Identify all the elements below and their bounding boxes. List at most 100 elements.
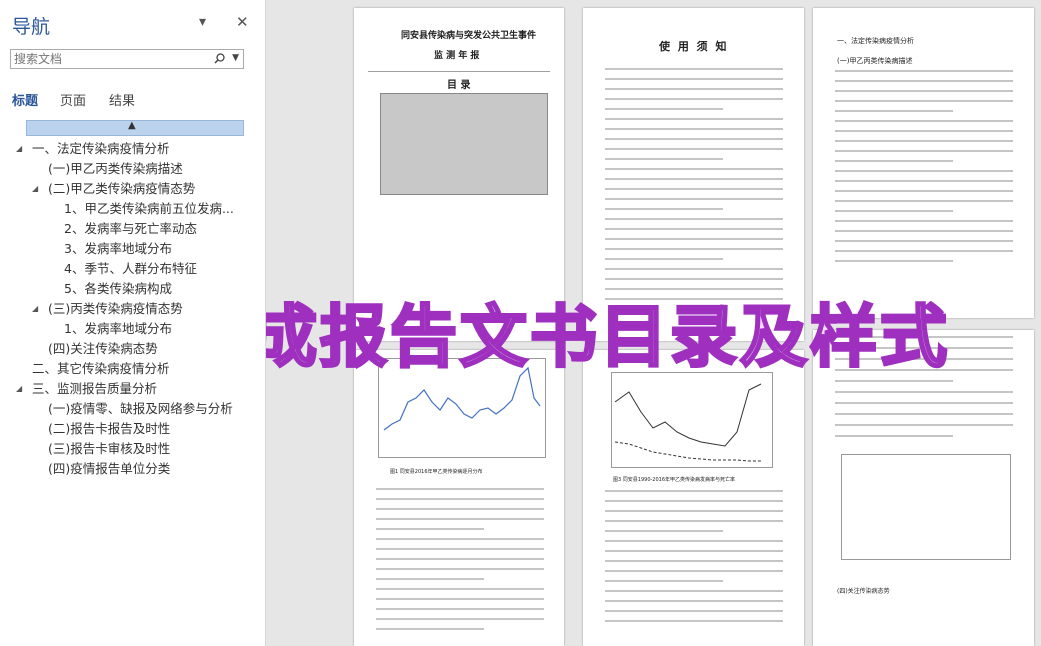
nav-heading-item[interactable]: 1、发病率地域分布 <box>64 319 172 339</box>
text-line <box>605 198 783 200</box>
nav-heading-item[interactable]: 4、季节、人群分布特征 <box>64 259 197 279</box>
text-line <box>835 391 1013 393</box>
nav-heading-item[interactable]: (一)疫情零、缺报及网络参与分析 <box>48 399 233 419</box>
text-line <box>835 190 1013 192</box>
text-line <box>605 98 783 100</box>
nav-heading-label: 3、发病率地域分布 <box>64 241 172 256</box>
tab-headings[interactable]: 标题 <box>12 90 38 109</box>
nav-heading-item[interactable]: ◢ 一、法定传染病疫情分析 <box>16 139 170 159</box>
nav-close-icon[interactable]: ✕ <box>236 13 249 31</box>
text-line <box>376 548 544 550</box>
nav-heading-item[interactable]: ◢ 三、监测报告质量分析 <box>16 379 157 399</box>
nav-heading-item[interactable]: (二)报告卡报告及时性 <box>48 419 170 439</box>
nav-heading-item[interactable]: (三)报告卡审核及时性 <box>48 439 170 459</box>
text-line <box>835 260 953 262</box>
text-line <box>835 120 1013 122</box>
nav-heading-label: (二)报告卡报告及时性 <box>48 421 171 436</box>
collapse-triangle-icon[interactable]: ◢ <box>32 299 38 319</box>
nav-heading-label: (三)报告卡审核及时性 <box>48 441 171 456</box>
scroll-up-icon: ▲ <box>128 120 136 131</box>
nav-heading-item[interactable]: (一)甲乙丙类传染病描述 <box>48 159 183 179</box>
nav-heading-label: 二、其它传染病疫情分析 <box>32 361 170 376</box>
text-line <box>376 558 544 560</box>
text-line <box>835 160 953 162</box>
nav-title: 导航 <box>12 16 51 38</box>
trend-line-chart <box>611 372 773 468</box>
notice-title: 使 用 须 知 <box>659 40 729 53</box>
text-line <box>376 578 484 580</box>
nav-heading-label: 1、甲乙类传染病前五位发病... <box>64 201 234 216</box>
nav-heading-item[interactable]: 5、各类传染病构成 <box>64 279 172 299</box>
text-line <box>605 570 783 572</box>
cover-subtitle: 监 测 年 报 <box>434 51 480 61</box>
text-line <box>376 598 544 600</box>
nav-heading-label: (一)疫情零、缺报及网络参与分析 <box>48 401 233 416</box>
text-line <box>605 490 783 492</box>
nav-heading-item[interactable]: ◢ (三)丙类传染病疫情态势 <box>32 299 183 319</box>
text-line <box>835 210 953 212</box>
cover-title: 同安县传染病与突发公共卫生事件 <box>401 31 537 41</box>
text-line <box>835 220 1013 222</box>
text-line <box>835 150 1013 152</box>
text-line <box>605 248 783 250</box>
nav-heading-item[interactable]: ◢ (二)甲乙类传染病疫情态势 <box>32 179 195 199</box>
nav-heading-label: (四)关注传染病态势 <box>48 341 158 356</box>
text-line <box>835 402 1013 404</box>
chart-2-caption: 图3 同安县1990-2016年甲乙类传染病发病率与死亡率 <box>613 477 736 483</box>
text-line <box>605 228 783 230</box>
text-line <box>376 628 484 630</box>
document-workspace[interactable]: 同安县传染病与突发公共卫生事件 监 测 年 报 目 录 使 用 须 知 一、法定… <box>266 0 1041 646</box>
nav-heading-item[interactable]: 2、发病率与死亡率动态 <box>64 219 197 239</box>
nav-heading-item[interactable]: (四)关注传染病态势 <box>48 339 158 359</box>
toc-block <box>380 93 548 195</box>
text-line <box>605 178 783 180</box>
p3-subheading: (一)甲乙丙类传染病描述 <box>837 57 913 65</box>
text-line <box>376 518 544 520</box>
toc-title: 目 录 <box>447 80 471 91</box>
text-line <box>605 620 783 622</box>
page-analysis[interactable]: 一、法定传染病疫情分析 (一)甲乙丙类传染病描述 <box>813 8 1034 318</box>
text-line <box>605 208 723 210</box>
text-line <box>605 278 783 280</box>
nav-heading-item[interactable]: 3、发病率地域分布 <box>64 239 172 259</box>
text-line <box>835 200 1013 202</box>
page-chart-2[interactable]: 图3 同安县1990-2016年甲乙类传染病发病率与死亡率 <box>583 350 804 646</box>
text-line <box>835 180 1013 182</box>
nav-heading-label: (三)丙类传染病疫情态势 <box>48 301 183 316</box>
text-line <box>605 238 783 240</box>
text-line <box>605 128 783 130</box>
nav-heading-item[interactable]: 二、其它传染病疫情分析 <box>32 359 170 379</box>
collapse-triangle-icon[interactable]: ◢ <box>16 379 22 399</box>
text-line <box>835 250 1013 252</box>
text-line <box>605 590 783 592</box>
text-line <box>835 170 1013 172</box>
search-input[interactable] <box>14 51 210 67</box>
text-line <box>605 148 783 150</box>
nav-heading-item[interactable]: (四)疫情报告单位分类 <box>48 459 170 479</box>
nav-options-chevron-icon[interactable]: ▾ <box>199 14 206 30</box>
text-line <box>605 530 723 532</box>
collapse-triangle-icon[interactable]: ◢ <box>16 139 22 159</box>
text-line <box>376 488 544 490</box>
text-line <box>835 140 1013 142</box>
tab-results[interactable]: 结果 <box>109 90 135 109</box>
nav-heading-label: 4、季节、人群分布特征 <box>64 261 197 276</box>
p3-heading: 一、法定传染病疫情分析 <box>837 37 914 45</box>
search-dropdown-icon[interactable]: ▼ <box>232 53 239 63</box>
page-chart-1[interactable]: 图1 同安县2016年甲乙类传染病逐月分布 <box>354 350 564 646</box>
scatter-chart <box>841 454 1011 560</box>
overlay-caption: 生成报告文书目录及样式 <box>266 297 950 378</box>
scroll-up-button[interactable]: ▲ <box>26 120 244 136</box>
text-line <box>835 435 953 437</box>
text-line <box>835 80 1013 82</box>
text-line <box>376 508 544 510</box>
text-line <box>605 268 783 270</box>
text-line <box>376 608 544 610</box>
text-line <box>376 588 544 590</box>
search-box[interactable]: ▼ <box>10 49 244 69</box>
text-line <box>605 580 723 582</box>
tab-pages[interactable]: 页面 <box>60 90 86 109</box>
collapse-triangle-icon[interactable]: ◢ <box>32 179 38 199</box>
search-icon[interactable] <box>214 53 225 64</box>
nav-heading-item[interactable]: 1、甲乙类传染病前五位发病... <box>64 199 234 219</box>
